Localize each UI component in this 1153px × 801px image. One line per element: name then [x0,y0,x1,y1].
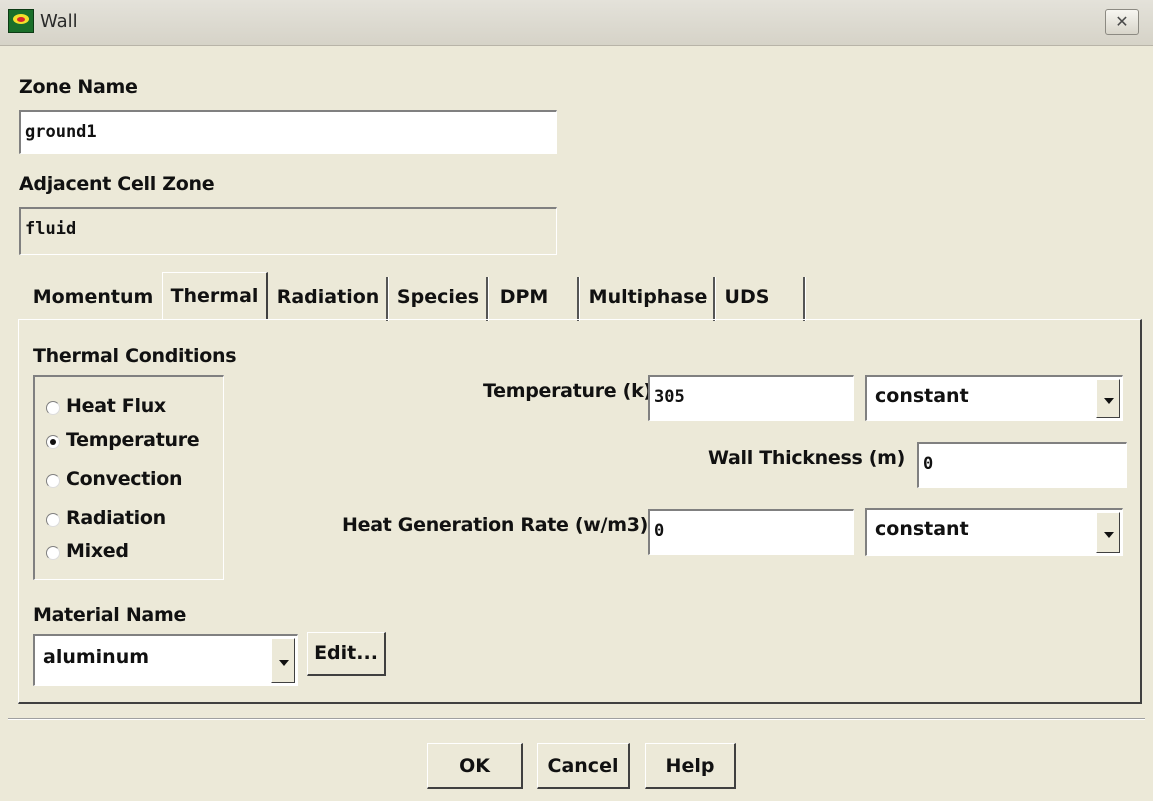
tab-thermal[interactable]: Thermal [162,272,268,320]
radio-button-icon [46,401,60,415]
chevron-down-icon[interactable] [1096,379,1120,418]
ok-button[interactable]: OK [427,743,523,789]
help-button[interactable]: Help [645,743,736,789]
radio-button-icon [46,513,60,527]
tab-species[interactable]: Species [390,274,486,320]
radio-label: Convection [66,468,183,490]
tab-multiphase[interactable]: Multiphase [582,274,714,320]
temperature-profile-value: constant [875,385,969,407]
radio-button-icon [46,474,60,488]
wall-thickness-input[interactable]: 0 [917,442,1127,488]
thermal-conditions-label: Thermal Conditions [33,345,237,367]
tab-separator [803,277,806,321]
tab-dpm[interactable]: DPM [490,274,558,320]
temperature-label: Temperature (k) [483,380,652,402]
chevron-down-icon[interactable] [1096,512,1120,553]
temperature-input[interactable]: 305 [648,375,854,421]
zone-name-label: Zone Name [19,76,138,98]
material-name-select[interactable]: aluminum [33,634,298,686]
radio-label: Temperature [66,429,200,451]
radio-label: Mixed [66,540,129,562]
radio-button-checked-icon [46,435,60,449]
tab-separator [486,277,489,321]
material-name-value: aluminum [43,646,150,668]
heat-generation-profile-select[interactable]: constant [865,508,1123,556]
tab-radiation[interactable]: Radiation [270,274,386,320]
adjacent-cell-zone-field: fluid [19,207,557,255]
edit-material-button[interactable]: Edit... [307,632,386,676]
tab-uds[interactable]: UDS [716,274,778,320]
footer-divider [8,718,1145,720]
heat-generation-rate-label: Heat Generation Rate (w/m3) [342,514,648,536]
adjacent-cell-zone-label: Adjacent Cell Zone [19,173,215,195]
radio-button-icon [46,546,60,560]
title-bar[interactable]: Wall ✕ [0,0,1153,46]
radio-label: Radiation [66,507,166,529]
app-icon [8,9,34,33]
cancel-button[interactable]: Cancel [537,743,630,789]
temperature-profile-select[interactable]: constant [865,375,1123,421]
zone-name-input[interactable]: ground1 [19,110,557,154]
heat-generation-profile-value: constant [875,518,969,540]
tab-momentum[interactable]: Momentum [28,274,158,320]
close-button[interactable]: ✕ [1105,9,1139,35]
radio-label: Heat Flux [66,395,166,417]
window-title: Wall [40,11,78,32]
tab-separator [577,277,580,321]
wall-dialog: Wall ✕ Zone Name ground1 Adjacent Cell Z… [0,0,1153,801]
wall-thickness-label: Wall Thickness (m) [708,447,906,469]
tab-separator [386,277,389,321]
chevron-down-icon[interactable] [271,638,295,683]
material-name-label: Material Name [33,604,187,626]
heat-generation-rate-input[interactable]: 0 [648,509,854,555]
